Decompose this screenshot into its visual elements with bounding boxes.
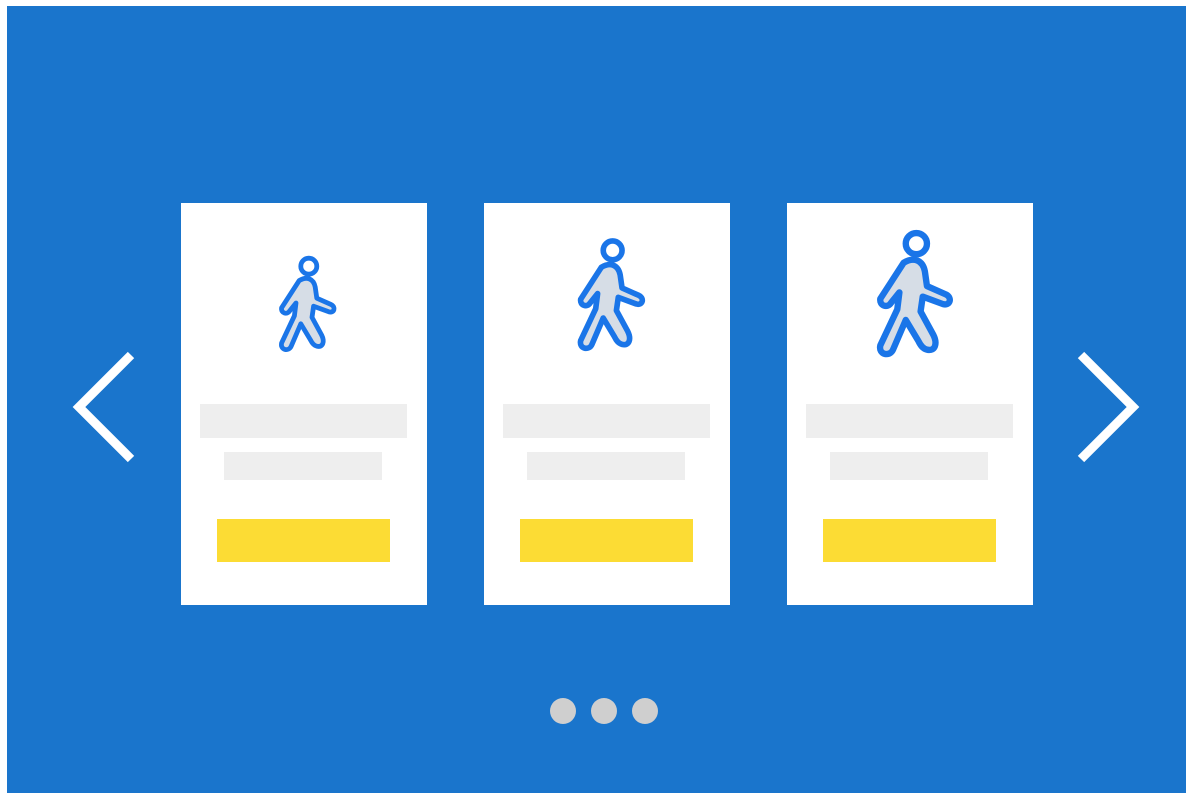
chevron-left-icon (72, 351, 135, 463)
subtitle-placeholder-bar (527, 452, 685, 480)
next-arrow-button[interactable] (1073, 349, 1143, 465)
title-placeholder-bar (806, 404, 1013, 438)
card-cta-button[interactable] (823, 519, 996, 562)
pagination-dot[interactable] (591, 698, 617, 724)
card-cta-button[interactable] (217, 519, 390, 562)
previous-arrow-button[interactable] (69, 349, 139, 465)
carousel-card (181, 203, 427, 605)
walking-person-icon (876, 229, 953, 358)
walking-person-icon (577, 238, 646, 352)
title-placeholder-bar (503, 404, 710, 438)
subtitle-placeholder-bar (830, 452, 988, 480)
pagination-dot[interactable] (550, 698, 576, 724)
card-cta-button[interactable] (520, 519, 693, 562)
walking-person-icon (279, 255, 337, 352)
chevron-right-icon (1077, 351, 1140, 463)
carousel-stage (7, 6, 1186, 793)
title-placeholder-bar (200, 404, 407, 438)
subtitle-placeholder-bar (224, 452, 382, 480)
pagination-dots (550, 698, 658, 725)
carousel-card (787, 203, 1033, 605)
pagination-dot[interactable] (632, 698, 658, 724)
carousel-card (484, 203, 730, 605)
